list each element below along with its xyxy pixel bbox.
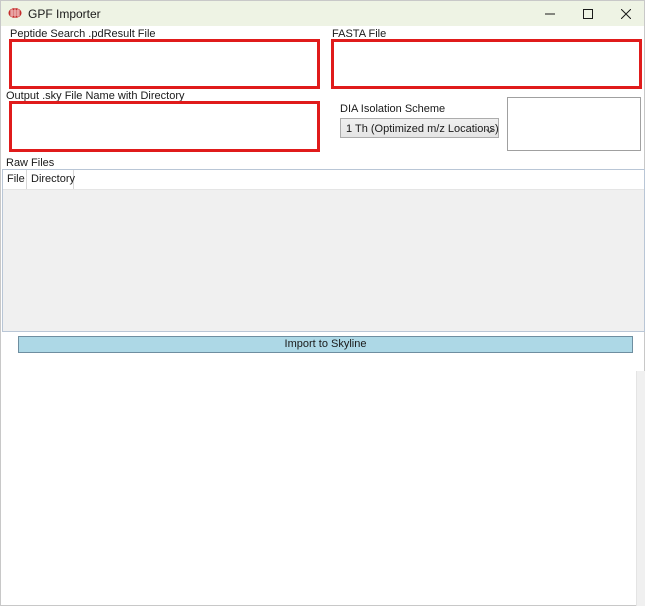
scheme-preview-box — [507, 97, 641, 151]
window-title: GPF Importer — [28, 7, 101, 21]
fasta-file-field[interactable] — [331, 39, 642, 89]
raw-files-header: File Directory — [3, 170, 644, 190]
dia-scheme-selected: 1 Th (Optimized m/z Locations) — [346, 123, 499, 135]
chevron-down-icon — [486, 125, 493, 137]
maximize-button[interactable] — [569, 1, 607, 26]
maximize-icon — [583, 8, 593, 19]
import-to-skyline-button[interactable]: Import to Skyline — [18, 336, 633, 353]
column-header-directory[interactable]: Directory — [27, 170, 75, 189]
app-window: GPF Importer Peptide Search .pdResult Fi… — [0, 0, 645, 606]
peptide-search-field[interactable] — [9, 39, 320, 89]
minimize-button[interactable] — [531, 1, 569, 26]
output-file-input[interactable] — [12, 104, 317, 149]
raw-files-grid[interactable]: File Directory — [2, 169, 645, 332]
title-bar[interactable]: GPF Importer — [1, 1, 644, 26]
dia-scheme-label: DIA Isolation Scheme — [340, 103, 446, 115]
raw-files-label: Raw Files — [6, 157, 55, 169]
close-button[interactable] — [607, 1, 645, 26]
fasta-file-input[interactable] — [334, 42, 639, 86]
close-icon — [621, 8, 631, 19]
column-header-file[interactable]: File — [3, 170, 27, 189]
output-file-field[interactable] — [9, 101, 320, 152]
app-icon — [8, 7, 22, 19]
peptide-search-input[interactable] — [12, 42, 317, 86]
dia-scheme-dropdown[interactable]: 1 Th (Optimized m/z Locations) — [340, 118, 499, 138]
minimize-icon — [545, 13, 555, 14]
vertical-scrollbar[interactable] — [636, 371, 645, 606]
